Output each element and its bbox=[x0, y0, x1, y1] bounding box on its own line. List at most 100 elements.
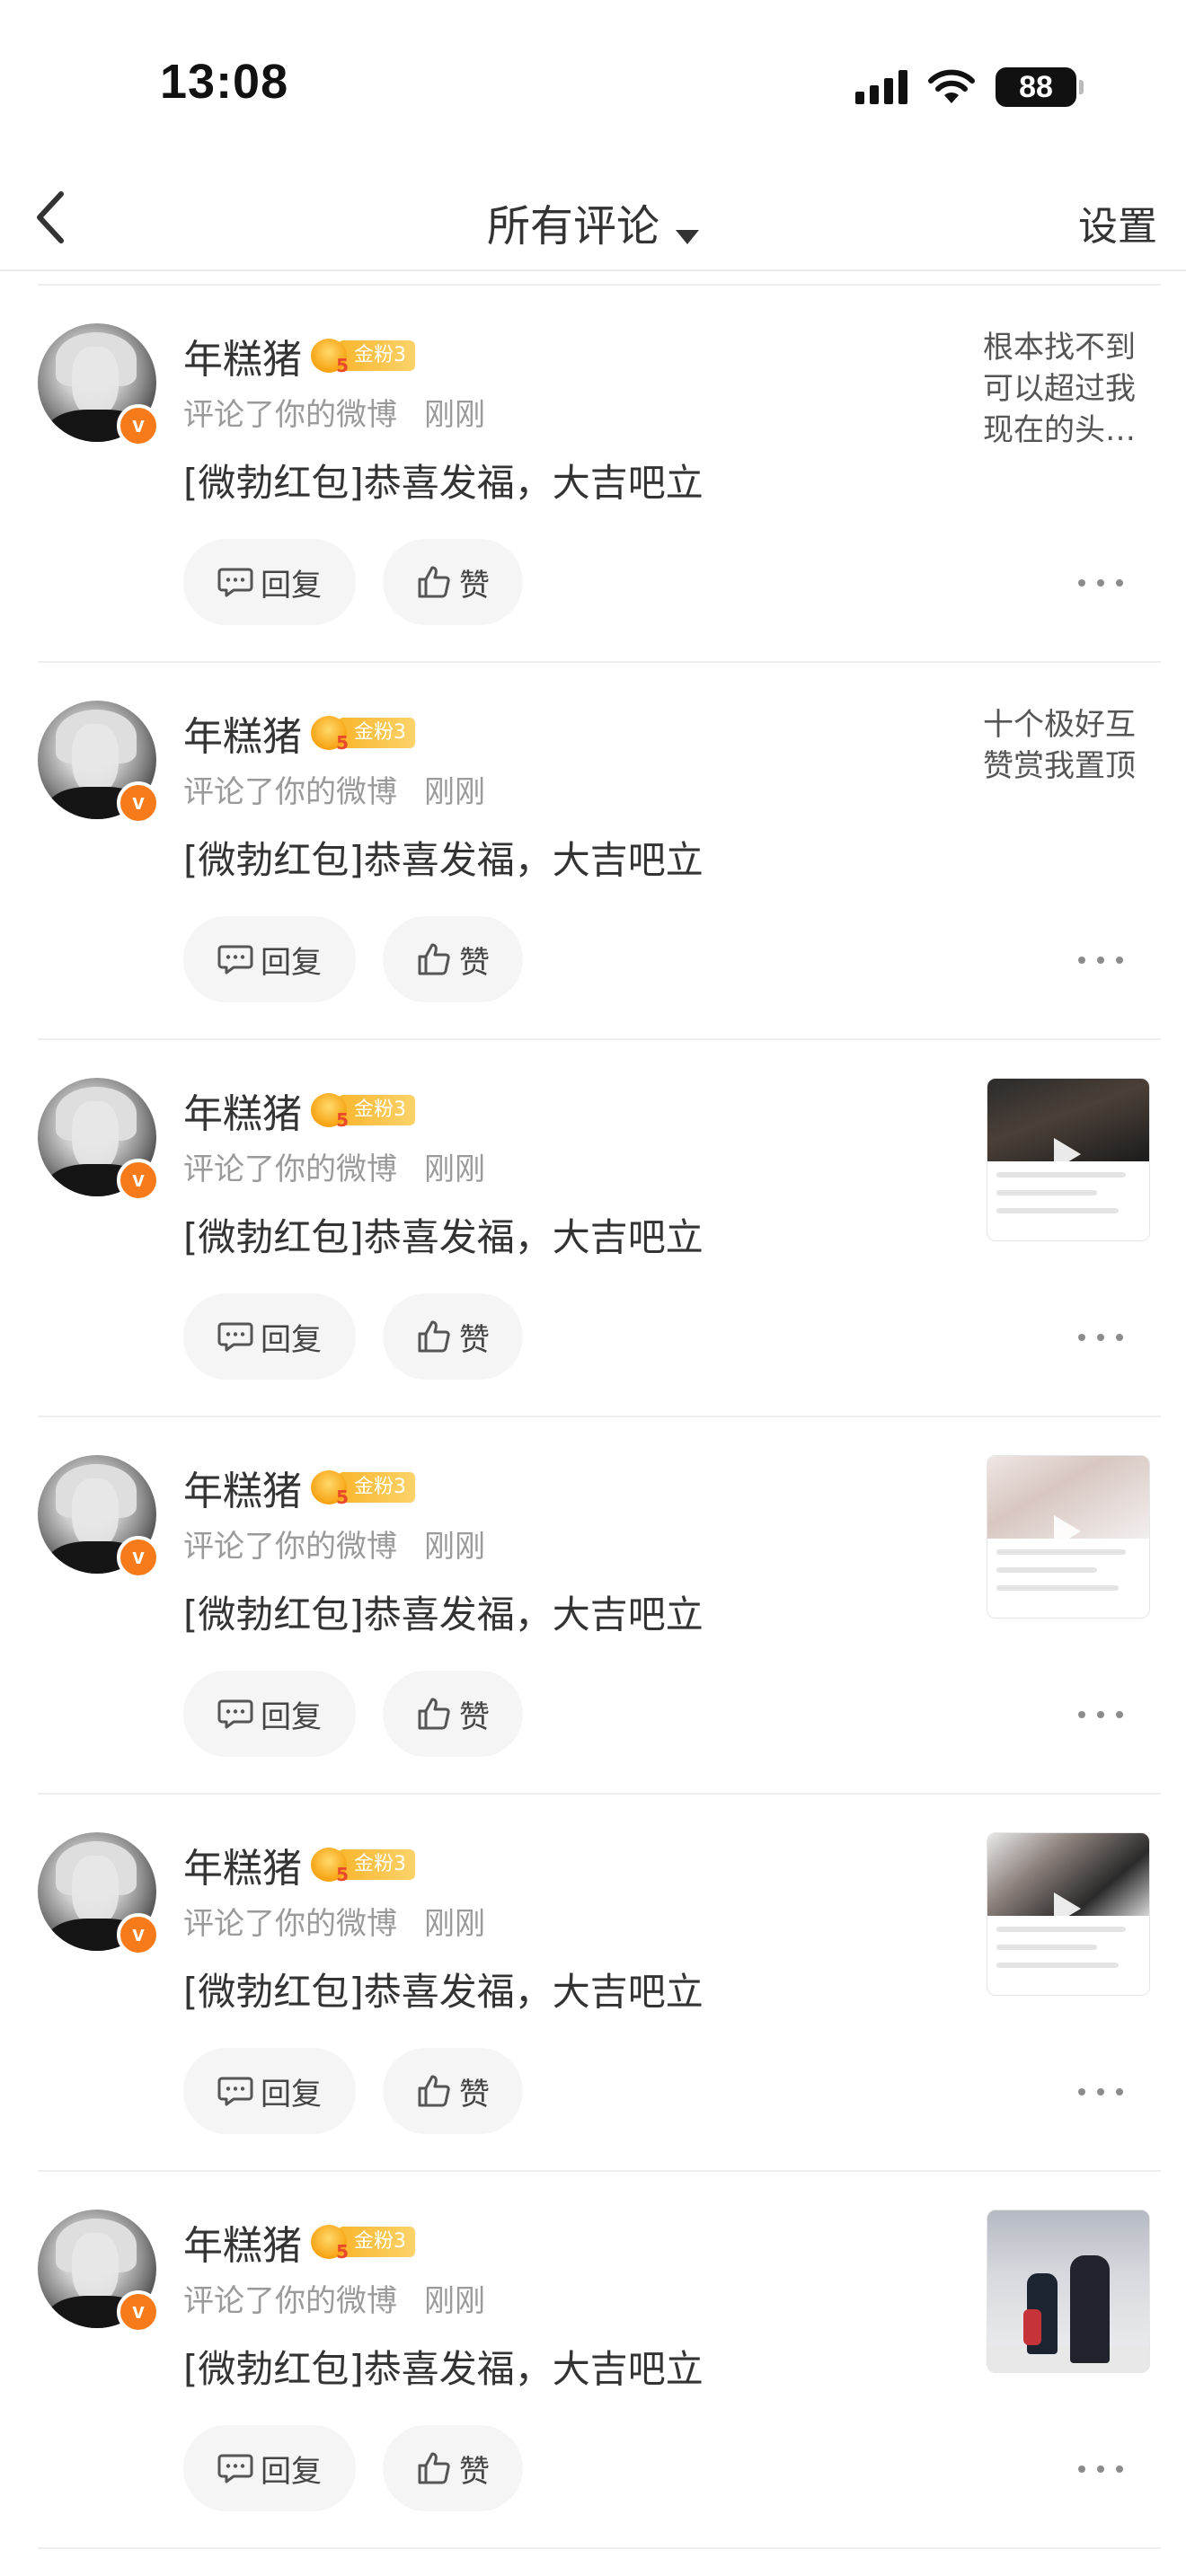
nav-title-dropdown[interactable]: 所有评论 bbox=[0, 190, 1186, 253]
page-title: 所有评论 bbox=[486, 201, 659, 251]
action-text: 评论了你的微博 bbox=[183, 774, 397, 810]
original-post-thumbnail[interactable] bbox=[987, 1455, 1150, 1619]
status-time: 13:08 bbox=[160, 55, 289, 109]
meta-row: 评论了你的微博 刚刚 bbox=[183, 1144, 485, 1188]
play-icon bbox=[1054, 1892, 1081, 1925]
comment-item[interactable]: v 年糕猪 5 金粉3 评论了你的微博 刚刚 [微勃红包]恭喜发福，大吉吧立 回复… bbox=[0, 1417, 1186, 1795]
verified-badge-icon: v bbox=[117, 781, 160, 825]
meta-row: 评论了你的微博 刚刚 bbox=[183, 1522, 485, 1566]
verified-badge-icon: v bbox=[117, 1159, 160, 1202]
like-button[interactable]: 赞 bbox=[383, 916, 523, 1002]
timestamp: 刚刚 bbox=[424, 1529, 485, 1565]
fan-badge[interactable]: 5 金粉3 bbox=[311, 339, 415, 376]
more-dot bbox=[1116, 1711, 1123, 1718]
fan-level: 5 bbox=[336, 1486, 349, 1508]
comment-item[interactable]: v 年糕猪 5 金粉3 评论了你的微博 刚刚 [微勃红包]恭喜发福，大吉吧立 回复… bbox=[0, 286, 1186, 663]
reply-button[interactable]: 回复 bbox=[183, 2048, 356, 2134]
reply-label: 回复 bbox=[261, 2076, 322, 2113]
username[interactable]: 年糕猪 bbox=[183, 704, 302, 762]
name-row: 年糕猪 5 金粉3 bbox=[183, 704, 415, 762]
more-dot bbox=[1078, 2466, 1085, 2473]
comment-icon bbox=[217, 1322, 253, 1352]
comment-text: [微勃红包]恭喜发福，大吉吧立 bbox=[183, 838, 704, 882]
more-dot bbox=[1097, 1334, 1104, 1341]
name-row: 年糕猪 5 金粉3 bbox=[183, 327, 415, 384]
action-text: 评论了你的微博 bbox=[183, 2283, 397, 2319]
status-icons: 88 bbox=[855, 63, 1084, 111]
thumbs-up-icon bbox=[418, 2075, 450, 2107]
more-dot bbox=[1097, 957, 1104, 964]
more-dot bbox=[1078, 957, 1085, 964]
original-post-snippet[interactable]: 根本找不到可以超过我现在的头… bbox=[983, 327, 1150, 451]
settings-button[interactable]: 设置 bbox=[1078, 194, 1157, 251]
original-post-thumbnail[interactable] bbox=[987, 2210, 1150, 2373]
verified-badge-icon: v bbox=[117, 2290, 160, 2333]
meta-row: 评论了你的微博 刚刚 bbox=[183, 1899, 485, 1943]
comment-icon bbox=[217, 2077, 253, 2106]
username[interactable]: 年糕猪 bbox=[183, 2213, 302, 2271]
play-icon bbox=[1054, 1138, 1081, 1170]
comment-item[interactable]: v 年糕猪 5 金粉3 评论了你的微博 刚刚 [微勃红包]恭喜发福，大吉吧立 回复… bbox=[0, 663, 1186, 1040]
action-text: 评论了你的微博 bbox=[183, 1529, 397, 1565]
like-button[interactable]: 赞 bbox=[383, 1671, 523, 1757]
thumbs-up-icon bbox=[418, 2452, 450, 2484]
comment-item[interactable]: v 年糕猪 5 金粉3 评论了你的微博 刚刚 [微勃红包]恭喜发福，大吉吧立 回复… bbox=[0, 2172, 1186, 2549]
more-options-button[interactable] bbox=[1078, 1324, 1123, 1351]
like-button[interactable]: 赞 bbox=[383, 2048, 523, 2134]
meta-row: 评论了你的微博 刚刚 bbox=[183, 390, 485, 434]
reply-button[interactable]: 回复 bbox=[183, 916, 356, 1002]
fan-level: 5 bbox=[336, 1109, 349, 1131]
comment-icon bbox=[217, 945, 253, 975]
original-post-thumbnail[interactable] bbox=[987, 1832, 1150, 1996]
comment-icon bbox=[217, 1699, 253, 1729]
original-post-snippet[interactable]: 十个极好互赞赏我置顶 bbox=[983, 704, 1150, 787]
verified-badge-icon: v bbox=[117, 1913, 160, 1956]
comment-text: [微勃红包]恭喜发福，大吉吧立 bbox=[183, 2347, 704, 2391]
reply-button[interactable]: 回复 bbox=[183, 1293, 356, 1380]
username[interactable]: 年糕猪 bbox=[183, 1836, 302, 1893]
more-options-button[interactable] bbox=[1078, 569, 1123, 596]
more-options-button[interactable] bbox=[1078, 1701, 1123, 1728]
status-bar: 13:08 88 bbox=[0, 0, 1186, 171]
more-options-button[interactable] bbox=[1078, 2456, 1123, 2483]
reply-label: 回复 bbox=[261, 567, 322, 604]
name-row: 年糕猪 5 金粉3 bbox=[183, 2213, 415, 2271]
timestamp: 刚刚 bbox=[424, 774, 485, 810]
fan-badge[interactable]: 5 金粉3 bbox=[311, 716, 415, 754]
like-button[interactable]: 赞 bbox=[383, 1293, 523, 1380]
fan-badge-label: 金粉3 bbox=[338, 718, 415, 748]
like-button[interactable]: 赞 bbox=[383, 539, 523, 625]
comment-icon bbox=[217, 2454, 253, 2483]
username[interactable]: 年糕猪 bbox=[183, 1081, 302, 1139]
original-post-thumbnail[interactable] bbox=[987, 1078, 1150, 1241]
reply-button[interactable]: 回复 bbox=[183, 1671, 356, 1757]
more-options-button[interactable] bbox=[1078, 2078, 1123, 2105]
username[interactable]: 年糕猪 bbox=[183, 1459, 302, 1516]
more-dot bbox=[1078, 579, 1085, 587]
fan-badge-label: 金粉3 bbox=[338, 1095, 415, 1125]
more-dot bbox=[1116, 2088, 1123, 2095]
more-dot bbox=[1097, 1711, 1104, 1718]
reply-button[interactable]: 回复 bbox=[183, 2425, 356, 2511]
crown-icon: 5 bbox=[311, 339, 349, 376]
fan-badge[interactable]: 5 金粉3 bbox=[311, 1093, 415, 1131]
more-options-button[interactable] bbox=[1078, 947, 1123, 974]
verified-badge-icon: v bbox=[117, 404, 160, 447]
cellular-signal-icon bbox=[855, 70, 907, 104]
crown-icon: 5 bbox=[311, 716, 349, 754]
wifi-icon bbox=[928, 69, 975, 103]
like-label: 赞 bbox=[459, 2453, 490, 2490]
reply-button[interactable]: 回复 bbox=[183, 539, 356, 625]
like-button[interactable]: 赞 bbox=[383, 2425, 523, 2511]
fan-badge[interactable]: 5 金粉3 bbox=[311, 1470, 415, 1508]
fan-level: 5 bbox=[336, 1864, 349, 1885]
username[interactable]: 年糕猪 bbox=[183, 327, 302, 384]
comment-item[interactable]: v 年糕猪 5 金粉3 评论了你的微博 刚刚 [微勃红包]恭喜发福，大吉吧立 回复… bbox=[0, 1795, 1186, 2172]
like-label: 赞 bbox=[459, 1698, 490, 1735]
fan-badge[interactable]: 5 金粉3 bbox=[311, 2225, 415, 2263]
more-dot bbox=[1116, 957, 1123, 964]
comment-item[interactable]: v 年糕猪 5 金粉3 评论了你的微博 刚刚 [微勃红包]恭喜发福，大吉吧立 回复… bbox=[0, 1040, 1186, 1417]
verified-badge-icon: v bbox=[117, 1536, 160, 1579]
fan-badge[interactable]: 5 金粉3 bbox=[311, 1848, 415, 1885]
fan-level: 5 bbox=[336, 355, 349, 376]
